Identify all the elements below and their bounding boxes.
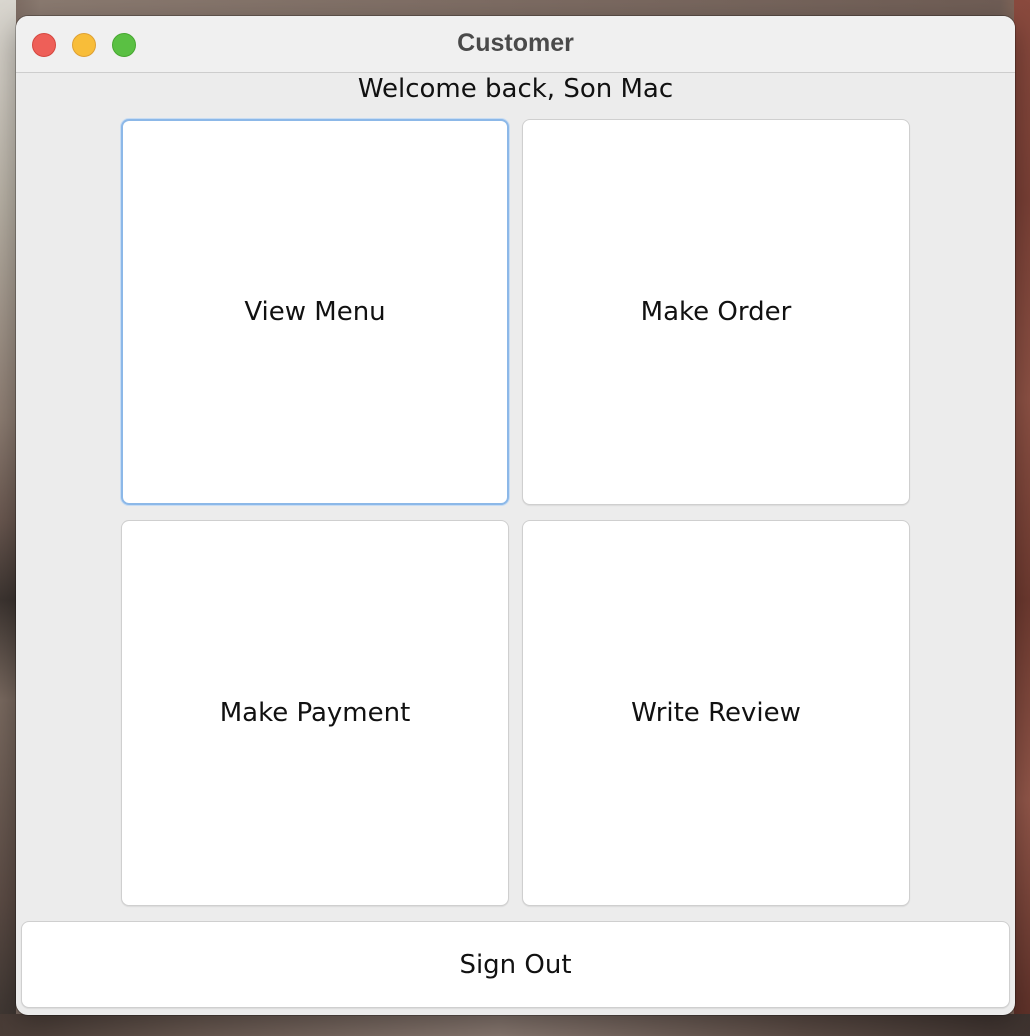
write-review-button[interactable]: Write Review: [522, 520, 910, 906]
desktop-background-left: [0, 0, 16, 1036]
make-payment-button[interactable]: Make Payment: [121, 520, 509, 906]
desktop-background-bottom: [0, 1014, 1030, 1036]
title-bar[interactable]: Customer: [16, 16, 1015, 73]
desktop-background-right: [1014, 0, 1030, 1036]
customer-window: Customer Welcome back, Son Mac View Menu…: [16, 16, 1015, 1015]
welcome-label: Welcome back, Son Mac: [357, 74, 674, 104]
view-menu-button[interactable]: View Menu: [121, 119, 509, 505]
make-order-button[interactable]: Make Order: [522, 119, 910, 505]
window-title: Customer: [457, 29, 574, 57]
sign-out-button[interactable]: Sign Out: [21, 921, 1010, 1008]
action-grid: View Menu Make Order Make Payment Write …: [121, 119, 911, 907]
